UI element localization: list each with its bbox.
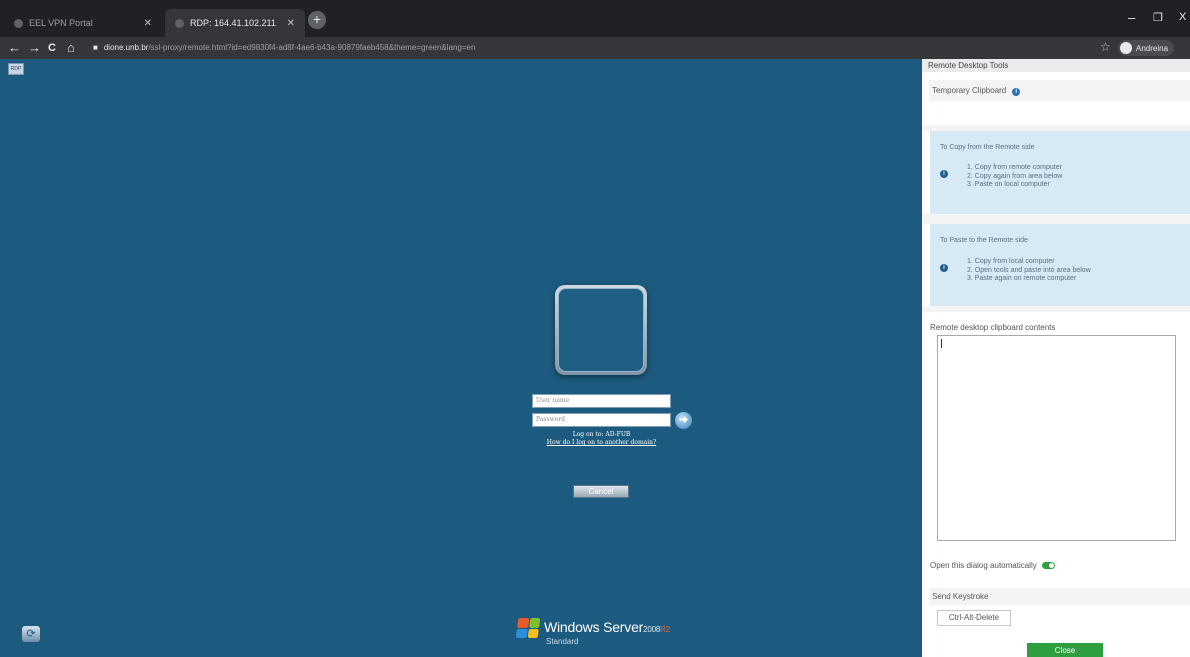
user-tile (555, 285, 647, 375)
info-icon[interactable]: i (1012, 88, 1021, 96)
browser-tab-strip: EEL VPN Portal ✕ RDP: 164.41.102.211 ✕ +… (0, 0, 1190, 37)
ctrl-alt-delete-button[interactable]: Ctrl-Alt-Delete (937, 610, 1011, 626)
other-domain-link[interactable]: How do I log on to another domain? (520, 439, 683, 446)
list-item: 1. Copy from remote computer (967, 164, 1062, 171)
product-edition: Standard (546, 637, 579, 646)
tab-vpn-portal[interactable]: EEL VPN Portal ✕ (4, 9, 162, 37)
password-input[interactable]: Password (532, 413, 671, 427)
text-caret (941, 339, 942, 348)
list-item: 1. Copy from local computer (967, 258, 1055, 265)
avatar-icon (1120, 42, 1132, 54)
copy-steps: 1. Copy from remote computer 2. Copy aga… (967, 164, 1062, 190)
list-item: 3. Paste on local computer (967, 181, 1050, 188)
user-tile-picture (558, 288, 644, 372)
lock-icon: ■ (93, 43, 98, 52)
tab-label: EEL VPN Portal (29, 18, 93, 28)
remote-desktop-tools-panel: Remote Desktop Tools Temporary Clipboard… (922, 59, 1190, 657)
copy-instructions-card: To Copy from the Remote side i 1. Copy f… (930, 131, 1190, 214)
username-input[interactable]: User name (532, 394, 671, 408)
close-button[interactable]: Close (1027, 643, 1103, 657)
home-icon[interactable]: ⌂ (67, 39, 75, 57)
auto-open-toggle[interactable] (1041, 562, 1055, 569)
globe-icon (14, 18, 23, 28)
tab-close-icon[interactable]: ✕ (287, 18, 295, 29)
panel-title: Remote Desktop Tools (922, 59, 1190, 72)
profile-button[interactable]: Andreina (1118, 40, 1175, 56)
forward-arrow-icon[interactable]: → (28, 39, 41, 57)
browser-toolbar: ← → C ⌂ ■ dione.unb.br/ssl-proxy/remote.h… (0, 37, 1190, 59)
clipboard-textarea[interactable] (937, 335, 1176, 541)
tab-close-icon[interactable]: ✕ (144, 18, 152, 29)
cancel-button[interactable]: Cancel (573, 485, 629, 498)
divider (922, 306, 1190, 312)
auto-open-row: Open this dialog automatically (930, 561, 1055, 570)
rdp-menu-button[interactable]: RDP (8, 63, 24, 75)
windows-flag-icon (515, 618, 541, 638)
minimize-icon[interactable]: – (1128, 10, 1135, 25)
list-item: 2. Copy again from area below (967, 172, 1063, 180)
tab-rdp-session[interactable]: RDP: 164.41.102.211 ✕ (165, 9, 305, 37)
list-item: 2. Open tools and paste into area below (967, 266, 1091, 274)
close-window-icon[interactable]: X (1179, 11, 1186, 23)
profile-name: Andreina (1136, 43, 1169, 53)
globe-icon (175, 18, 184, 28)
send-keystroke-header: Send Keystroke (929, 588, 1190, 605)
paste-card-title: To Paste to the Remote side (940, 237, 1028, 244)
tab-label: RDP: 164.41.102.211 (190, 18, 276, 28)
product-name: Windows Server2008R2 (544, 619, 670, 635)
paste-instructions-card: To Paste to the Remote side i 1. Copy fr… (930, 224, 1190, 306)
ease-of-access-icon[interactable]: ⟳ (22, 626, 40, 642)
remote-desktop-view[interactable]: RDP User name Password ➜ Log on to: AD-F… (0, 59, 922, 657)
list-item: 3. Paste again on remote computer (967, 275, 1077, 282)
reload-icon[interactable]: C (48, 39, 56, 57)
clipboard-contents-label: Remote desktop clipboard contents (930, 323, 1056, 332)
info-icon: i (940, 170, 948, 178)
auto-open-label: Open this dialog automatically (930, 561, 1037, 570)
back-arrow-icon[interactable]: ← (8, 39, 21, 57)
windows-branding: Windows Server2008R2 Standard (515, 615, 695, 655)
submit-arrow-button[interactable]: ➜ (675, 412, 692, 429)
address-bar[interactable]: ■ dione.unb.br/ssl-proxy/remote.html?id=e… (93, 40, 993, 56)
bookmark-star-icon[interactable]: ☆ (1100, 40, 1111, 54)
copy-card-title: To Copy from the Remote side (940, 144, 1035, 151)
paste-steps: 1. Copy from local computer 2. Open tool… (967, 258, 1091, 284)
new-tab-button[interactable]: + (308, 11, 326, 29)
info-icon: i (940, 264, 948, 272)
url-path: /ssl-proxy/remote.html?id=ed9830f4-ad8f-… (148, 43, 476, 52)
divider (922, 214, 1190, 224)
temporary-clipboard-header: Temporary Clipboard i (929, 80, 1190, 101)
logon-domain-text: Log on to: AD-FUB (572, 431, 631, 438)
url-host: dione.unb.br (103, 43, 149, 52)
maximize-icon[interactable]: ❐ (1153, 11, 1163, 24)
